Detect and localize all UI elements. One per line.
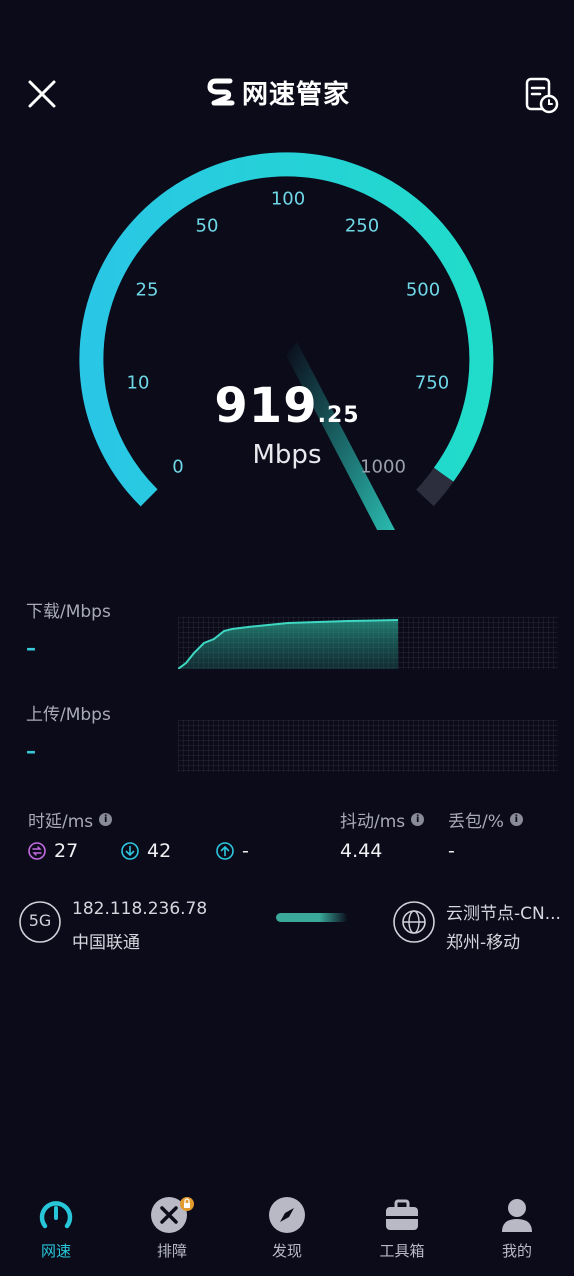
compass-icon	[269, 1197, 305, 1233]
download-value: –	[26, 636, 36, 660]
ip-address: 182.118.236.78	[72, 899, 208, 919]
bottom-nav: 网速 排障 发现 工具箱 我的	[0, 1196, 574, 1266]
toolbox-icon	[386, 1199, 418, 1230]
speed-decimal: .25	[317, 403, 360, 428]
app-logo: 网速管家	[206, 72, 350, 112]
info-icon[interactable]: i	[509, 813, 523, 826]
close-icon[interactable]	[22, 74, 62, 114]
tools-icon	[151, 1197, 194, 1233]
nav-item-toolbox[interactable]: 工具箱	[357, 1196, 447, 1261]
loss-label: 丢包/% i	[448, 807, 523, 832]
nav-label: 网速	[40, 1242, 71, 1260]
latency-up-value: -	[242, 840, 249, 862]
app-title: 网速管家	[242, 79, 351, 110]
info-icon[interactable]: i	[99, 813, 113, 826]
download-label: 下载/Mbps	[26, 602, 111, 622]
speedometer-icon	[39, 1201, 73, 1229]
history-icon[interactable]	[524, 76, 560, 114]
speed-gauge: 0 10 25 50 100 250 500 750 1000	[0, 130, 574, 530]
download-area	[178, 620, 398, 669]
carrier-name: 中国联通	[72, 933, 140, 953]
nav-label: 工具箱	[379, 1242, 425, 1260]
network-type-badge: 5G	[28, 911, 52, 930]
jitter-label-text: 抖动/ms	[340, 812, 406, 832]
server-location: 郑州-移动	[446, 933, 521, 953]
connection-indicator	[276, 913, 348, 922]
loss-value: -	[448, 840, 455, 862]
loss-label-text: 丢包/%	[448, 812, 504, 832]
nav-label: 发现	[271, 1242, 302, 1260]
latency-label: 时延/ms i	[28, 807, 113, 832]
jitter-value: 4.44	[340, 840, 383, 862]
globe-icon	[393, 901, 435, 943]
tick-label: 100	[270, 188, 306, 210]
jitter-label: 抖动/ms i	[340, 807, 425, 832]
latency-idle: 27	[28, 840, 78, 862]
gauge-needle	[286, 342, 395, 530]
latency-idle-value: 27	[54, 840, 79, 862]
idle-latency-icon	[28, 842, 46, 860]
latency-up: -	[216, 840, 249, 862]
speed-unit: Mbps	[252, 440, 322, 470]
nav-item-speed[interactable]: 网速	[11, 1196, 101, 1261]
download-latency-icon	[121, 842, 139, 860]
tick-label: 500	[405, 279, 441, 301]
latency-label-text: 时延/ms	[28, 812, 94, 832]
nav-label: 我的	[501, 1242, 532, 1260]
tick-label: 50	[195, 215, 219, 237]
gauge-arc-remaining	[416, 467, 454, 507]
download-chart	[178, 617, 558, 669]
speed-value: 919.25	[0, 378, 574, 434]
tick-label: 250	[344, 215, 380, 237]
upload-label: 上传/Mbps	[26, 705, 111, 725]
info-icon[interactable]: i	[411, 813, 425, 826]
nav-label: 排障	[156, 1242, 187, 1260]
tick-label: 25	[135, 279, 159, 301]
logo-icon	[207, 78, 235, 106]
speed-integer: 919	[214, 378, 318, 434]
server-node[interactable]: 云测节点-CN...	[446, 899, 570, 924]
upload-latency-icon	[216, 842, 234, 860]
nav-item-profile[interactable]: 我的	[472, 1196, 562, 1261]
upload-value: –	[26, 739, 36, 763]
upload-chart	[178, 720, 558, 772]
nav-item-troubleshoot[interactable]: 排障	[127, 1196, 217, 1261]
latency-down: 42	[121, 840, 171, 862]
latency-down-value: 42	[147, 840, 172, 862]
user-icon	[502, 1199, 532, 1232]
nav-item-discover[interactable]: 发现	[242, 1196, 332, 1261]
